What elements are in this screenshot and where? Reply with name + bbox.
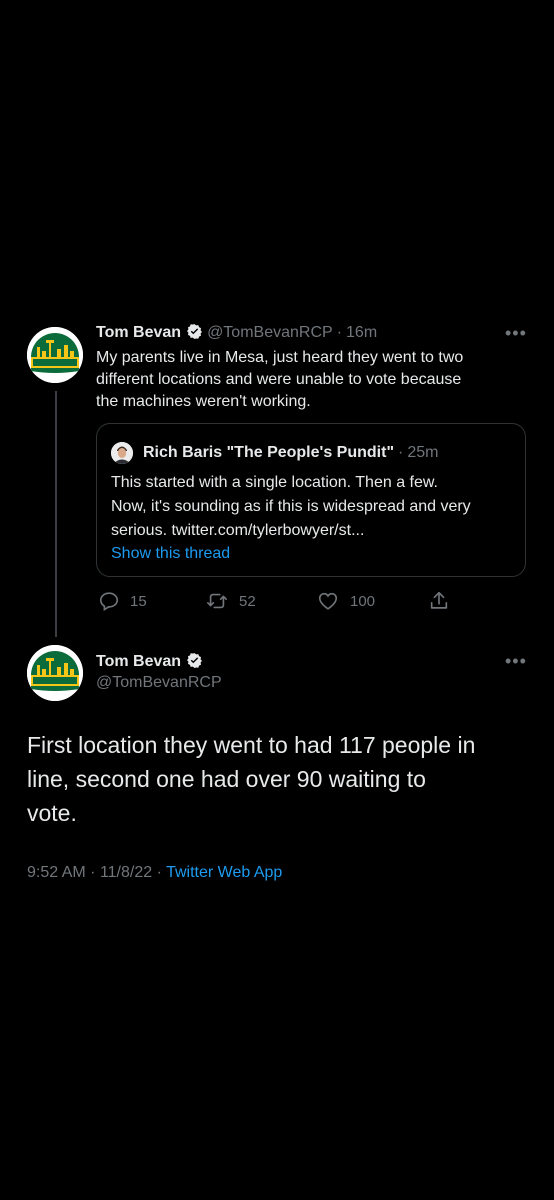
reply-icon: [99, 592, 119, 612]
quoted-author-name[interactable]: Rich Baris "The People's Pundit": [143, 444, 394, 461]
retweet-icon: [207, 593, 227, 609]
quoted-text-line: This started with a single location. The…: [111, 474, 438, 491]
tweet-header: Tom Bevan: [96, 652, 207, 672]
show-thread-link[interactable]: Show this thread: [111, 543, 230, 565]
tweet-date[interactable]: 11/8/22: [100, 864, 152, 881]
heart-icon: [318, 592, 338, 610]
share-button[interactable]: [428, 590, 450, 612]
tweet-text-line: My parents live in Mesa, just heard they…: [96, 349, 464, 366]
author-name[interactable]: Tom Bevan: [96, 653, 181, 670]
avatar[interactable]: [27, 645, 83, 701]
author-name[interactable]: Tom Bevan: [96, 324, 181, 341]
like-count: 100: [350, 592, 376, 610]
separator: ·: [398, 444, 404, 461]
reply-button[interactable]: 15: [98, 590, 147, 612]
quoted-tweet[interactable]: Rich Baris "The People's Pundit" · 25m Thi…: [96, 423, 526, 577]
tweet-time[interactable]: 16m: [346, 324, 377, 341]
sonics-logo-icon: [27, 645, 83, 701]
person-avatar-icon: [111, 442, 133, 464]
retweet-button[interactable]: 52: [205, 590, 256, 612]
quoted-text-line: serious. twitter.com/tylerbowyer/st...: [111, 522, 365, 539]
tweet-text: My parents live in Mesa, just heard they…: [96, 347, 463, 413]
tweet-text-line: vote.: [27, 800, 77, 826]
retweet-count: 52: [239, 592, 256, 610]
quoted-text-line: Now, it's sounding as if this is widespr…: [111, 498, 471, 515]
tweet-text-line: First location they went to had 117 peop…: [27, 732, 476, 758]
author-handle[interactable]: @TomBevanRCP: [207, 324, 333, 341]
quoted-text: This started with a single location. The…: [111, 471, 515, 543]
avatar[interactable]: [27, 327, 83, 383]
separator: ·: [336, 324, 343, 341]
author-handle[interactable]: @TomBevanRCP: [96, 673, 222, 693]
tweet-header: Tom Bevan @TomBevanRCP · 16m: [96, 323, 377, 343]
tweet-text-line: the machines weren't working.: [96, 393, 311, 410]
separator: ·: [156, 864, 162, 881]
tweet-text-line: different locations and were unable to v…: [96, 371, 462, 388]
like-button[interactable]: 100: [316, 590, 375, 612]
tweet-text-line: line, second one had over 90 waiting to: [27, 766, 426, 792]
more-options-icon[interactable]: •••: [505, 324, 527, 342]
tweet-text: First location they went to had 117 peop…: [27, 728, 537, 830]
quoted-header: Rich Baris "The People's Pundit" · 25m: [143, 443, 438, 463]
thread-connector: [55, 391, 57, 637]
verified-badge-icon: [187, 653, 202, 668]
avatar: [111, 442, 133, 464]
verified-badge-icon: [187, 324, 202, 339]
sonics-logo-icon: [27, 327, 83, 383]
share-icon: [430, 591, 448, 609]
tweet-time[interactable]: 9:52 AM: [27, 864, 86, 881]
quoted-time: 25m: [407, 444, 439, 461]
separator: ·: [90, 864, 96, 881]
source-app-link[interactable]: Twitter Web App: [166, 864, 282, 881]
reply-count: 15: [130, 592, 147, 610]
more-options-icon[interactable]: •••: [505, 652, 527, 670]
tweet-meta: 9:52 AM · 11/8/22 · Twitter Web App: [27, 862, 282, 884]
